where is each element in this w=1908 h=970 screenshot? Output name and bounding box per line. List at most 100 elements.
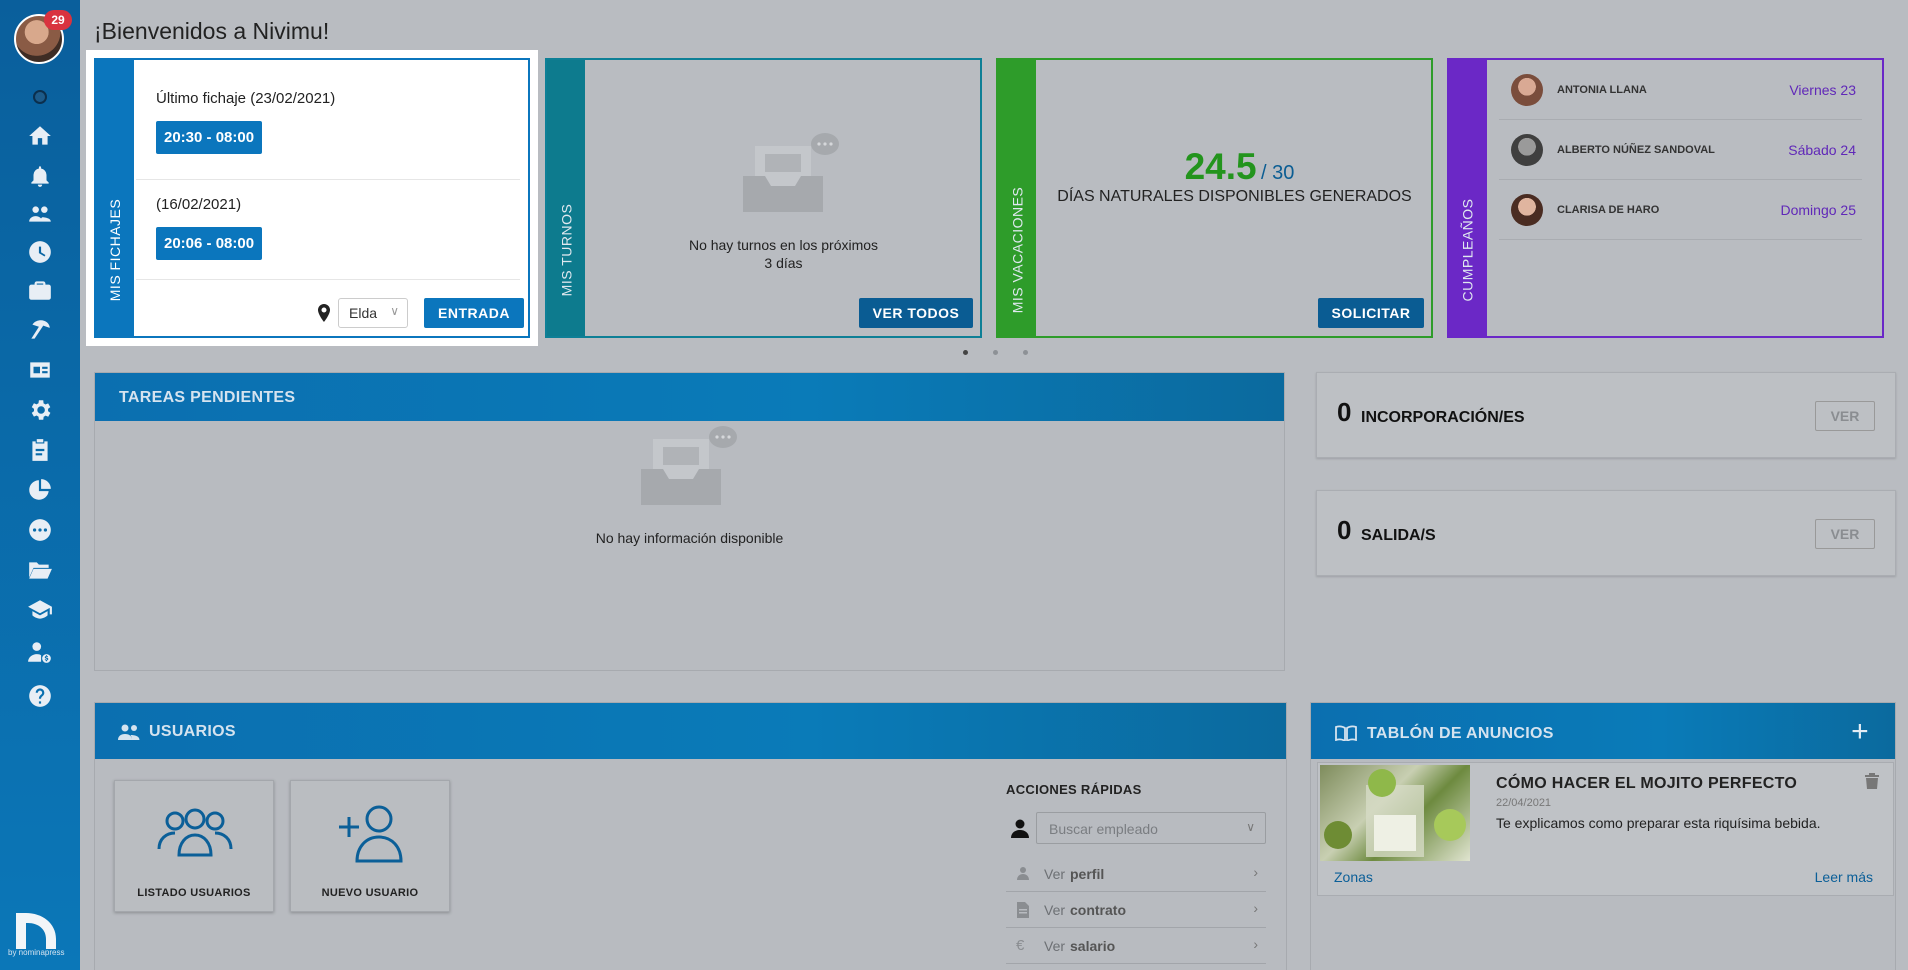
person-icon	[1017, 867, 1029, 880]
bell-icon[interactable]	[24, 160, 56, 192]
fichaje-entry: (16/02/2021) 20:06 - 08:00	[136, 180, 520, 280]
cumpleanos-card: CUMPLEAÑOS ANTONIA LLANA Viernes 23 ALBE…	[1447, 58, 1884, 338]
quick-action-bold: contrato	[1070, 902, 1126, 918]
birthday-day: Domingo 25	[1780, 202, 1857, 218]
entrada-button[interactable]: ENTRADA	[424, 298, 524, 328]
home-icon[interactable]	[24, 120, 56, 152]
fichajes-card: MIS FICHAJES Último fichaje (23/02/2021)…	[94, 58, 530, 338]
pie-chart-icon[interactable]	[24, 474, 56, 506]
solicitar-button[interactable]: SOLICITAR	[1318, 298, 1424, 328]
nuevo-usuario-tile[interactable]: NUEVO USUARIO	[290, 780, 450, 912]
quick-action-prefix: Ver	[1044, 866, 1066, 882]
carousel-dot[interactable]	[993, 350, 998, 355]
chevron-right-icon: ›	[1253, 936, 1258, 952]
id-card-icon[interactable]	[24, 354, 56, 386]
carousel-dot[interactable]	[963, 350, 968, 355]
empty-inbox-icon	[641, 426, 737, 505]
avatar	[1511, 134, 1543, 166]
birthday-row[interactable]: ALBERTO NÚÑEZ SANDOVAL Sábado 24	[1499, 120, 1862, 180]
trash-icon[interactable]	[1865, 773, 1879, 789]
salidas-box: 0 SALIDA/S VER	[1316, 490, 1896, 576]
graduation-icon[interactable]	[24, 594, 56, 626]
listado-usuarios-label: LISTADO USUARIOS	[137, 887, 251, 899]
location-value: Elda	[349, 305, 378, 321]
incorporaciones-ver-button[interactable]: VER	[1815, 401, 1875, 431]
anuncios-title: TABLÓN DE ANUNCIOS	[1367, 725, 1554, 742]
tareas-empty-message: No hay información disponible	[595, 530, 784, 546]
vacation-icon[interactable]	[24, 314, 56, 346]
quick-action-prefix: Ver	[1044, 938, 1066, 954]
user-money-icon[interactable]	[24, 636, 56, 668]
avatar	[1511, 74, 1543, 106]
fichajes-strip: MIS FICHAJES	[96, 60, 134, 336]
salidas-count: 0	[1337, 515, 1352, 545]
add-user-icon	[339, 805, 403, 863]
fichaje-time-button[interactable]: 20:06 - 08:00	[156, 227, 263, 260]
location-select[interactable]: Elda ∨	[338, 298, 408, 328]
person-icon	[1011, 819, 1029, 838]
salidas-label: SALIDA/S	[1361, 527, 1436, 544]
vacaciones-counter: 24.5 / 30	[1048, 146, 1431, 188]
birthday-name: ALBERTO NÚÑEZ SANDOVAL	[1557, 144, 1715, 156]
incorporaciones-box: 0 INCORPORACIÓN/ES VER	[1316, 372, 1896, 458]
location-pin-icon	[318, 304, 330, 322]
ver-todos-button[interactable]: VER TODOS	[859, 298, 973, 328]
users-icon[interactable]	[24, 198, 56, 230]
quick-action-bold: salario	[1070, 938, 1116, 954]
vacaciones-strip-label: MIS VACACIONES	[1009, 186, 1026, 314]
brand-text: by nominapress	[8, 948, 65, 957]
quick-action-bold: perfil	[1070, 866, 1105, 882]
anuncios-header: TABLÓN DE ANUNCIOS +	[1311, 703, 1895, 759]
status-indicator	[33, 90, 47, 104]
carousel-dot[interactable]	[1023, 350, 1028, 355]
add-icon[interactable]: +	[1851, 715, 1869, 749]
cumpleanos-strip-label: CUMPLEAÑOS	[1460, 198, 1476, 302]
chevron-right-icon: ›	[1253, 864, 1258, 880]
birthday-row[interactable]: CLARISA DE HARO Domingo 25	[1499, 180, 1862, 240]
turnos-empty-line1: No hay turnos en los próximos	[688, 237, 879, 253]
announcement-card[interactable]: CÓMO HACER EL MOJITO PERFECTO 22/04/2021…	[1317, 762, 1894, 896]
document-icon	[1017, 902, 1029, 918]
briefcase-icon[interactable]	[24, 274, 56, 306]
clock-icon[interactable]	[24, 236, 56, 268]
page-title: ¡Bienvenidos a Nivimu!	[94, 18, 330, 44]
chevron-down-icon: ∨	[1246, 820, 1255, 834]
birthday-row[interactable]: ANTONIA LLANA Viernes 23	[1499, 60, 1862, 120]
announcement-date: 22/04/2021	[1496, 797, 1552, 809]
listado-usuarios-tile[interactable]: LISTADO USUARIOS	[114, 780, 274, 912]
fichaje-entry: Último fichaje (23/02/2021) 20:30 - 08:0…	[136, 80, 520, 180]
usuarios-header: USUARIOS	[95, 703, 1286, 759]
turnos-empty-line2: 3 días	[764, 255, 803, 271]
turnos-strip: MIS TURNOS	[547, 60, 585, 336]
cumpleanos-strip: CUMPLEAÑOS	[1449, 60, 1487, 336]
employee-search-select[interactable]: Buscar empleado ∨	[1036, 812, 1266, 844]
empty-inbox-icon	[743, 133, 839, 212]
turnos-strip-label: MIS TURNOS	[558, 203, 575, 297]
fichaje-label: Último fichaje (23/02/2021)	[156, 90, 336, 107]
clipboard-icon[interactable]	[24, 434, 56, 466]
read-more-link[interactable]: Leer más	[1815, 869, 1873, 885]
chat-icon[interactable]	[24, 514, 56, 546]
notification-badge: 29	[44, 10, 72, 30]
sidebar: 29 by nominapress	[0, 0, 80, 970]
turnos-empty-message: No hay turnos en los próximos 3 días	[587, 236, 980, 272]
quick-action-ver-contrato[interactable]: Ver contrato ›	[1006, 892, 1266, 928]
quick-action-ver-perfil[interactable]: Ver perfil ›	[1006, 856, 1266, 892]
announcement-image	[1320, 765, 1470, 861]
announcement-tag-link[interactable]: Zonas	[1334, 869, 1373, 885]
users-icon	[118, 724, 140, 740]
turnos-card: MIS TURNOS No hay turnos en los próximos…	[545, 58, 982, 338]
birthday-day: Sábado 24	[1788, 142, 1856, 158]
book-icon	[1335, 725, 1357, 741]
fichaje-time-button[interactable]: 20:30 - 08:00	[156, 121, 263, 154]
gear-icon[interactable]	[24, 394, 56, 426]
folder-icon[interactable]	[24, 554, 56, 586]
usuarios-title: USUARIOS	[149, 723, 236, 740]
help-icon[interactable]	[24, 680, 56, 712]
salidas-ver-button[interactable]: VER	[1815, 519, 1875, 549]
birthday-name: ANTONIA LLANA	[1557, 84, 1647, 96]
vacaciones-strip: MIS VACACIONES	[998, 60, 1036, 336]
quick-action-ver-salario[interactable]: € Ver salario ›	[1006, 928, 1266, 964]
vacaciones-available: 24.5	[1184, 146, 1257, 187]
users-group-icon	[157, 808, 233, 857]
